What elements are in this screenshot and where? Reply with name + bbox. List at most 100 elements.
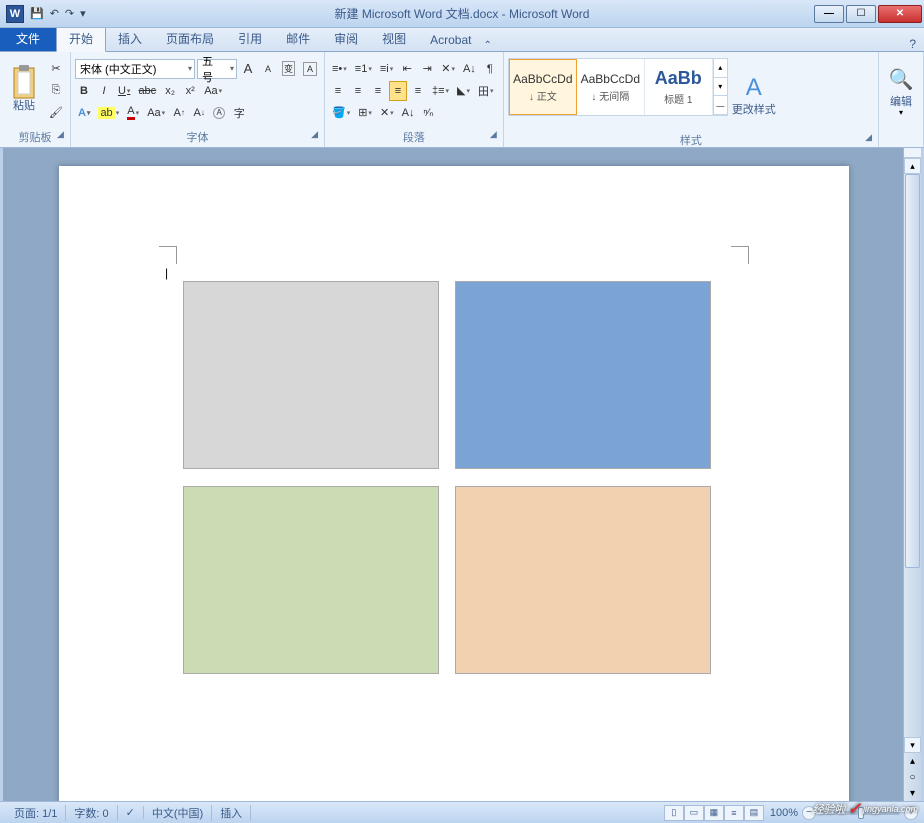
minimize-button[interactable] xyxy=(814,5,844,23)
decrease-indent-button[interactable]: ⇤ xyxy=(398,59,416,79)
tab-mailings[interactable]: 邮件 xyxy=(274,26,322,51)
view-print-layout-button[interactable]: ▯ xyxy=(664,805,684,821)
fill-color-button[interactable]: 🪣 xyxy=(329,103,353,123)
showmarks-2-button[interactable]: ⁿ⁄ₙ xyxy=(420,103,438,123)
align-center-button[interactable]: ≡ xyxy=(349,81,367,101)
enclose-char-button[interactable]: A xyxy=(210,103,228,123)
document-page[interactable]: | xyxy=(59,166,849,801)
status-insert-mode[interactable]: 插入 xyxy=(212,805,251,821)
grow-font-2-button[interactable]: A↑ xyxy=(170,103,188,123)
tab-review[interactable]: 审阅 xyxy=(322,26,370,51)
status-page[interactable]: 页面: 1/1 xyxy=(6,805,66,821)
prev-page-icon[interactable]: ▴ xyxy=(904,753,921,769)
style-normal[interactable]: AaBbCcDd ↓ 正文 xyxy=(509,59,577,115)
multilevel-list-button[interactable]: ≡i xyxy=(377,59,396,79)
subscript-button[interactable]: x₂ xyxy=(161,81,179,101)
tab-insert[interactable]: 插入 xyxy=(106,26,154,51)
browse-object-icon[interactable]: ○ xyxy=(904,769,921,785)
tab-home[interactable]: 开始 xyxy=(56,25,106,52)
help-icon[interactable]: ? xyxy=(909,37,916,51)
maximize-button[interactable] xyxy=(846,5,876,23)
underline-button[interactable]: U xyxy=(115,81,133,101)
scroll-up-icon[interactable]: ▴ xyxy=(904,158,921,174)
tab-acrobat[interactable]: Acrobat xyxy=(418,29,483,51)
zoom-level[interactable]: 100% xyxy=(770,807,798,819)
asian-layout-button[interactable]: ✕ xyxy=(438,59,458,79)
shape-rect-orange[interactable] xyxy=(455,486,711,674)
paste-button[interactable]: 粘贴 xyxy=(4,54,44,126)
highlight-button[interactable]: ab xyxy=(95,103,122,123)
minimize-ribbon-icon[interactable]: ⌃ xyxy=(483,40,491,51)
superscript-button[interactable]: x² xyxy=(181,81,199,101)
bullets-button[interactable]: ≡• xyxy=(329,59,350,79)
change-styles-icon: A xyxy=(738,72,770,104)
font-name-combo[interactable]: 宋体 (中文正文) xyxy=(75,59,195,79)
scroll-track[interactable] xyxy=(904,174,921,737)
char-border-button[interactable]: A xyxy=(300,59,320,79)
increase-indent-button[interactable]: ⇥ xyxy=(418,59,436,79)
font-size-combo[interactable]: 五号 xyxy=(197,59,237,79)
styles-launcher-icon[interactable]: ◢ xyxy=(865,132,872,143)
grow-font-button[interactable]: A xyxy=(239,59,257,79)
borders-button[interactable]: 田 xyxy=(475,81,497,101)
gallery-down-icon[interactable]: ▾ xyxy=(714,78,727,97)
justify-button[interactable]: ≡ xyxy=(389,81,407,101)
char-shading-button[interactable]: Aa xyxy=(144,103,168,123)
shape-rect-green[interactable] xyxy=(183,486,439,674)
sort-2-button[interactable]: A↓ xyxy=(399,103,418,123)
close-button[interactable] xyxy=(878,5,922,23)
sort-button[interactable]: A↓ xyxy=(460,59,479,79)
shape-rect-gray[interactable] xyxy=(183,281,439,469)
asian-2-button[interactable]: ✕ xyxy=(377,103,397,123)
qat-save-icon[interactable]: 💾 xyxy=(30,7,44,20)
text-effects-button[interactable]: A xyxy=(75,103,93,123)
paragraph-launcher-icon[interactable]: ◢ xyxy=(490,129,497,140)
tab-references[interactable]: 引用 xyxy=(226,26,274,51)
font-launcher-icon[interactable]: ◢ xyxy=(311,129,318,140)
shading-button[interactable]: ◣ xyxy=(454,81,473,101)
shrink-font-button[interactable]: A xyxy=(259,59,277,79)
view-fullscreen-button[interactable]: ▭ xyxy=(684,805,704,821)
align-left-button[interactable]: ≡ xyxy=(329,81,347,101)
qat-customize-icon[interactable]: ▾ xyxy=(80,7,86,20)
clipboard-launcher-icon[interactable]: ◢ xyxy=(57,129,64,140)
change-styles-button[interactable]: A 更改样式 xyxy=(730,58,778,130)
tab-page-layout[interactable]: 页面布局 xyxy=(154,26,226,51)
shrink-font-2-button[interactable]: A↓ xyxy=(190,103,208,123)
strikethrough-button[interactable]: abc xyxy=(135,81,159,101)
scroll-down-icon[interactable]: ▾ xyxy=(904,737,921,753)
numbering-button[interactable]: ≡1 xyxy=(352,59,375,79)
qat-redo-icon[interactable]: ↷ xyxy=(65,7,74,20)
view-web-button[interactable]: ▦ xyxy=(704,805,724,821)
shape-rect-blue[interactable] xyxy=(455,281,711,469)
status-proofing-icon[interactable]: ✓ xyxy=(118,806,144,819)
tab-file[interactable]: 文件 xyxy=(0,26,56,51)
style-heading1[interactable]: AaBb 标题 1 xyxy=(645,59,713,115)
line-spacing-button[interactable]: ‡≡ xyxy=(429,81,452,101)
border-2-button[interactable]: ⊞ xyxy=(355,103,375,123)
view-outline-button[interactable]: ≡ xyxy=(724,805,744,821)
qat-undo-icon[interactable]: ↶ xyxy=(50,7,59,20)
style-nospacing[interactable]: AaBbCcDd ↓ 无间隔 xyxy=(577,59,645,115)
view-draft-button[interactable]: ▤ xyxy=(744,805,764,821)
status-language[interactable]: 中文(中国) xyxy=(144,805,212,821)
status-word-count[interactable]: 字数: 0 xyxy=(66,805,117,821)
font-color-button[interactable]: A xyxy=(124,103,142,123)
gallery-up-icon[interactable]: ▴ xyxy=(714,59,727,78)
bold-button[interactable]: B xyxy=(75,81,93,101)
scroll-thumb[interactable] xyxy=(905,174,920,568)
tab-view[interactable]: 视图 xyxy=(370,26,418,51)
cut-button[interactable]: ✂ xyxy=(46,59,66,79)
align-right-button[interactable]: ≡ xyxy=(369,81,387,101)
phonetic-guide-button[interactable]: 变 xyxy=(279,59,298,79)
editing-button[interactable]: 🔍 编辑 ▾ xyxy=(883,54,919,126)
gallery-more-icon[interactable]: ⎼ xyxy=(714,96,727,115)
document-scroll[interactable]: | xyxy=(3,148,903,801)
copy-button[interactable]: ⎘ xyxy=(46,81,66,101)
format-painter-button[interactable]: 🖌 xyxy=(46,103,66,123)
split-box[interactable] xyxy=(904,148,921,158)
show-marks-button[interactable]: ¶ xyxy=(481,59,499,79)
italic-button[interactable]: I xyxy=(95,81,113,101)
distributed-button[interactable]: ≡ xyxy=(409,81,427,101)
clear-formatting-button[interactable]: 字 xyxy=(230,103,248,123)
